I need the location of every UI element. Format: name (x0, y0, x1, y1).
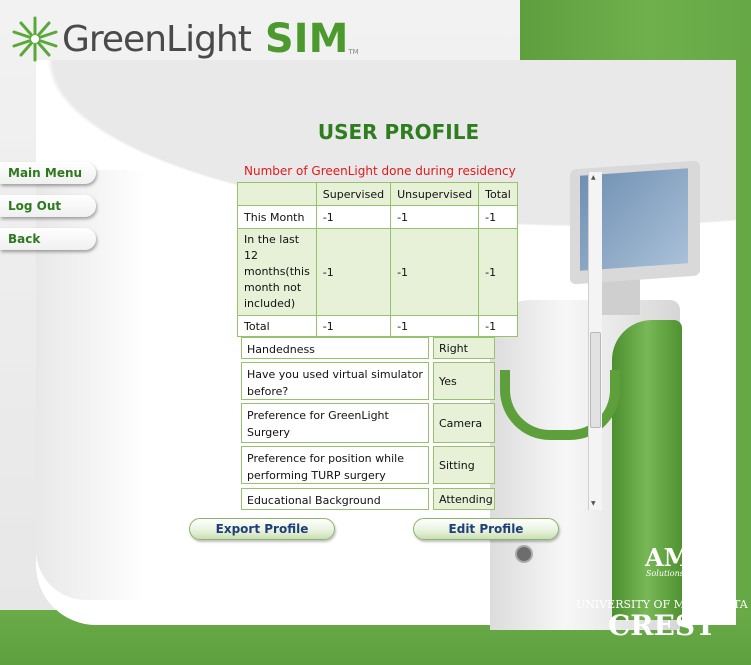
app-window: GreenLight SIM TM USER PROFILE Main Menu… (0, 0, 751, 665)
back-button[interactable]: Back (0, 228, 96, 250)
table-cell: -1 (478, 315, 519, 337)
table-cell: -1 (315, 315, 392, 337)
table-header-cell (237, 182, 317, 206)
residency-caption: Number of GreenLight done during residen… (244, 164, 516, 178)
table-row-label: In the last 12 months(this month not inc… (237, 228, 317, 316)
logo-sim: SIM (264, 16, 349, 62)
main-menu-button[interactable]: Main Menu (0, 162, 96, 184)
profile-question: Handedness (241, 337, 429, 359)
table-row-label: This Month (237, 205, 317, 229)
vertical-scrollbar[interactable]: ▲ ▼ (588, 172, 602, 510)
scroll-up-arrow-icon[interactable]: ▲ (591, 174, 596, 181)
page-title: USER PROFILE (317, 120, 480, 144)
table-row: Total -1 -1 -1 (237, 315, 519, 337)
ams-logo: AMS (645, 543, 708, 572)
crest-logo: CREST (608, 609, 716, 642)
ams-tagline: Solutions for Life (646, 569, 717, 578)
table-header-cell: Total (478, 182, 519, 206)
table-cell: -1 (478, 205, 519, 229)
table-cell: -1 (390, 228, 480, 316)
profile-question: Preference for position while performing… (241, 446, 429, 484)
table-cell: -1 (315, 228, 392, 316)
profile-question: Have you used virtual simulator before? (241, 362, 429, 400)
table-header-cell: Supervised (315, 182, 392, 206)
scroll-down-arrow-icon[interactable]: ▼ (591, 500, 596, 507)
table-row: This Month -1 -1 -1 (237, 205, 519, 229)
logo-wordmark: GreenLight (62, 18, 252, 60)
residency-counts-table: Supervised Unsupervised Total This Month… (237, 182, 519, 337)
table-row: In the last 12 months(this month not inc… (237, 228, 519, 316)
table-header-cell: Unsupervised (390, 182, 480, 206)
table-header-row: Supervised Unsupervised Total (237, 182, 519, 206)
profile-question: Preference for GreenLight Surgery (241, 403, 429, 443)
profile-answer: Right (433, 337, 495, 359)
table-cell: -1 (390, 205, 480, 229)
starburst-logo-icon (10, 14, 60, 64)
edit-profile-button[interactable]: Edit Profile (413, 518, 559, 540)
table-cell: -1 (390, 315, 480, 337)
profile-question: Educational Background (241, 488, 429, 510)
table-row-label: Total (237, 315, 317, 337)
table-cell: -1 (315, 205, 392, 229)
log-out-button[interactable]: Log Out (0, 195, 96, 217)
scroll-thumb[interactable] (590, 332, 601, 428)
profile-answer: Attending (433, 488, 495, 510)
export-profile-button[interactable]: Export Profile (189, 518, 335, 540)
profile-answer: Sitting (433, 446, 495, 484)
logo-trademark: TM (348, 48, 359, 56)
profile-answer: Yes (433, 362, 495, 400)
device-illustration-knob (515, 545, 533, 563)
greenlight-sim-logo: GreenLight SIM TM (10, 4, 359, 74)
table-cell: -1 (478, 228, 519, 316)
profile-answer: Camera (433, 403, 495, 443)
